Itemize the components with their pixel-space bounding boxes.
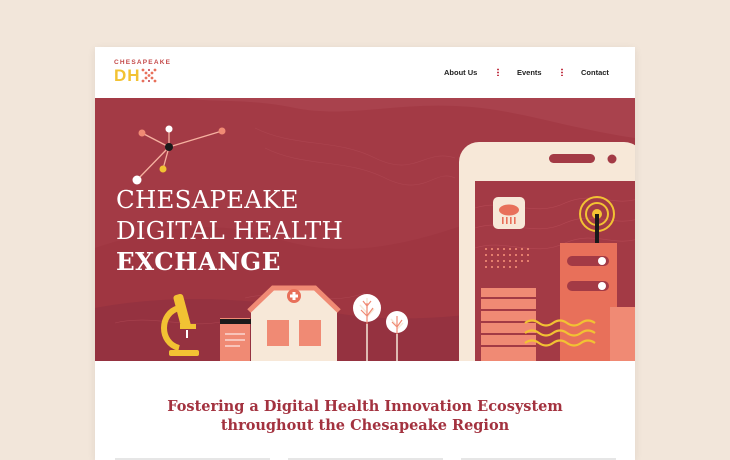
section-heading: Fostering a Digital Health Innovation Ec…: [95, 397, 635, 435]
hero-title: CHESAPEAKE DIGITAL HEALTH EXCHANGE: [116, 184, 343, 277]
logo-initials: DH: [114, 66, 141, 85]
nav-separator: [561, 68, 563, 76]
nav-about-us[interactable]: About Us: [444, 68, 477, 77]
hero-title-line-3: EXCHANGE: [116, 247, 281, 276]
lab-equipment-icon: [220, 318, 252, 361]
hero-banner: CHESAPEAKE DIGITAL HEALTH EXCHANGE: [95, 98, 635, 361]
logo-wordmark: CHESAPEAKE: [114, 59, 172, 66]
molecule-icon: [132, 125, 226, 185]
logo-x-mark-icon: [141, 68, 156, 83]
browser-page: CHESAPEAKE DH About Us Events Contact CH…: [95, 47, 635, 460]
site-logo[interactable]: CHESAPEAKE DH: [114, 59, 171, 84]
cloud-app-icon: [493, 197, 525, 229]
hero-title-line-2: DIGITAL HEALTH: [116, 216, 344, 245]
nav-separator: [497, 68, 499, 76]
site-header: CHESAPEAKE DH About Us Events Contact: [95, 47, 635, 98]
hero-title-line-1: CHESAPEAKE: [116, 185, 299, 214]
tagline-line-1: Fostering a Digital Health Innovation Ec…: [167, 398, 563, 415]
hospital-icon: [247, 285, 341, 361]
nav-contact[interactable]: Contact: [581, 68, 609, 77]
tagline-line-2: throughout the Chesapeake Region: [220, 417, 510, 434]
nav-events[interactable]: Events: [517, 68, 542, 77]
